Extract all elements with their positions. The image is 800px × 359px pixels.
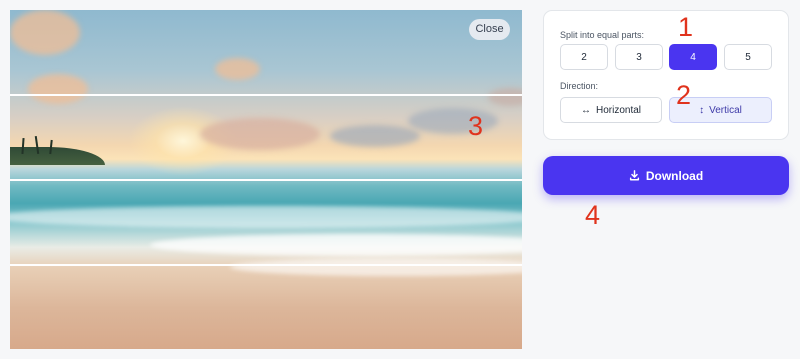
direction-horizontal-button[interactable]: ↔ Horizontal — [560, 97, 662, 123]
cloud — [10, 10, 80, 55]
cloud — [330, 125, 420, 147]
annotation-marker-1: 1 — [678, 12, 694, 42]
island — [10, 147, 105, 165]
annotation-marker-4: 4 — [585, 200, 601, 230]
wave-foam — [10, 206, 522, 228]
parts-label: Split into equal parts: — [560, 30, 645, 40]
settings-panel: Split into equal parts: 2 3 4 5 Directio… — [543, 10, 789, 140]
cloud — [200, 118, 320, 150]
horizontal-arrows-icon: ↔ — [580, 104, 591, 116]
download-icon — [629, 170, 639, 181]
split-line — [10, 94, 522, 96]
vertical-arrows-icon: ↕ — [699, 104, 705, 116]
wave-foam — [150, 234, 522, 256]
parts-option-5[interactable]: 5 — [724, 44, 772, 70]
cloud — [488, 88, 522, 106]
direction-vertical-label: Vertical — [709, 104, 742, 116]
direction-horizontal-label: Horizontal — [595, 104, 642, 116]
split-line — [10, 179, 522, 181]
split-line — [10, 264, 522, 266]
cloud — [28, 74, 88, 104]
cloud — [408, 108, 498, 134]
cloud — [215, 58, 260, 80]
download-label: Download — [645, 168, 704, 183]
image-preview: Close — [10, 10, 522, 349]
download-button[interactable]: Download — [543, 156, 789, 195]
parts-option-4[interactable]: 4 — [669, 44, 717, 70]
parts-option-2[interactable]: 2 — [560, 44, 608, 70]
direction-label: Direction: — [560, 81, 599, 91]
wave-foam — [230, 258, 522, 276]
split-image-tool: Close Split into equal parts: 2 3 4 5 Di… — [0, 0, 800, 359]
close-button[interactable]: Close — [469, 19, 510, 40]
annotation-marker-3: 3 — [468, 111, 484, 141]
annotation-marker-2: 2 — [676, 80, 692, 110]
parts-option-3[interactable]: 3 — [615, 44, 663, 70]
